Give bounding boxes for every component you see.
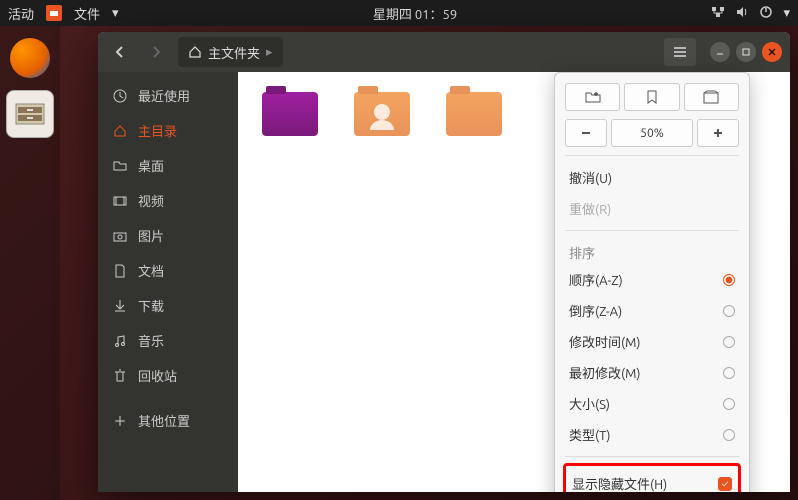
sort-az[interactable]: 顺序(A-Z) xyxy=(565,264,739,295)
zoom-out-button[interactable] xyxy=(565,119,607,147)
app-indicator-icon xyxy=(46,5,62,21)
folder-icon xyxy=(354,92,410,136)
hamburger-menu: 50% 撤消(U) 重做(R) 排序 顺序(A-Z) 倒序(Z-A) 修改时间(… xyxy=(554,72,750,492)
sidebar-item-trash[interactable]: 回收站 xyxy=(98,358,238,393)
files-window: 主文件夹 ▸ 最近使用 主目录 xyxy=(98,32,790,492)
sidebar-item-documents[interactable]: 文档 xyxy=(98,253,238,288)
firefox-icon xyxy=(10,38,50,78)
video-icon xyxy=(112,194,128,208)
top-panel: 活动 文件 ▾ 星期四 01：59 ▾ xyxy=(0,0,798,26)
sidebar-item-recent[interactable]: 最近使用 xyxy=(98,78,238,113)
redo-item: 重做(R) xyxy=(565,193,739,224)
path-arrow-icon: ▸ xyxy=(266,45,273,60)
clock-icon xyxy=(112,89,128,103)
system-arrow-icon: ▾ xyxy=(783,6,790,21)
new-folder-button[interactable] xyxy=(565,83,620,111)
folder-item[interactable] xyxy=(350,92,414,136)
home-icon xyxy=(112,124,128,138)
dock-files[interactable] xyxy=(6,90,54,138)
path-label: 主文件夹 xyxy=(208,43,260,62)
sidebar-item-label: 主目录 xyxy=(138,121,177,140)
sidebar-item-label: 文档 xyxy=(138,261,164,280)
sidebar-item-videos[interactable]: 视频 xyxy=(98,183,238,218)
folder-item[interactable] xyxy=(442,92,506,136)
close-button[interactable] xyxy=(762,42,782,62)
folder-icon xyxy=(112,159,128,173)
radio-icon xyxy=(723,274,735,286)
forward-button[interactable] xyxy=(142,38,170,66)
sidebar-item-label: 回收站 xyxy=(138,366,177,385)
sidebar-item-label: 图片 xyxy=(138,226,164,245)
titlebar: 主文件夹 ▸ xyxy=(98,32,790,72)
hamburger-button[interactable] xyxy=(664,38,696,66)
sort-za[interactable]: 倒序(Z-A) xyxy=(565,295,739,326)
sidebar-item-label: 桌面 xyxy=(138,156,164,175)
sort-first-modified[interactable]: 最初修改(M) xyxy=(565,357,739,388)
zoom-level: 50% xyxy=(611,119,693,147)
back-button[interactable] xyxy=(106,38,134,66)
home-icon xyxy=(188,45,202,59)
sidebar-item-home[interactable]: 主目录 xyxy=(98,113,238,148)
bookmark-button[interactable] xyxy=(624,83,679,111)
annotation-highlight: 显示隐藏文件(H)✓ xyxy=(563,463,741,492)
radio-icon xyxy=(723,398,735,410)
sort-size[interactable]: 大小(S) xyxy=(565,388,739,419)
sidebar-item-pictures[interactable]: 图片 xyxy=(98,218,238,253)
zoom-in-button[interactable] xyxy=(697,119,739,147)
sidebar-item-music[interactable]: 音乐 xyxy=(98,323,238,358)
show-hidden-item[interactable]: 显示隐藏文件(H)✓ xyxy=(568,468,736,492)
sidebar-item-label: 音乐 xyxy=(138,331,164,350)
music-icon xyxy=(112,334,128,348)
radio-icon xyxy=(723,336,735,348)
power-icon[interactable] xyxy=(759,5,773,22)
new-tab-button[interactable] xyxy=(684,83,739,111)
trash-icon xyxy=(112,369,128,383)
network-icon[interactable] xyxy=(711,5,725,22)
radio-icon xyxy=(723,305,735,317)
undo-item[interactable]: 撤消(U) xyxy=(565,162,739,193)
folder-icon xyxy=(262,92,318,136)
sidebar-item-other[interactable]: 其他位置 xyxy=(98,403,238,438)
maximize-button[interactable] xyxy=(736,42,756,62)
sidebar-item-label: 下载 xyxy=(138,296,164,315)
sort-mtime[interactable]: 修改时间(M) xyxy=(565,326,739,357)
check-icon: ✓ xyxy=(718,477,732,491)
plus-icon xyxy=(112,414,128,428)
sort-heading: 排序 xyxy=(565,237,739,264)
dock-firefox[interactable] xyxy=(6,34,54,82)
sidebar: 最近使用 主目录 桌面 视频 图片 文档 xyxy=(98,72,238,492)
activities-button[interactable]: 活动 xyxy=(8,4,34,23)
volume-icon[interactable] xyxy=(735,5,749,22)
sidebar-item-desktop[interactable]: 桌面 xyxy=(98,148,238,183)
sidebar-item-downloads[interactable]: 下载 xyxy=(98,288,238,323)
clock[interactable]: 星期四 01：59 xyxy=(119,4,712,23)
radio-icon xyxy=(723,429,735,441)
sidebar-item-label: 最近使用 xyxy=(138,86,190,105)
minimize-button[interactable] xyxy=(710,42,730,62)
sidebar-item-label: 其他位置 xyxy=(138,411,190,430)
download-icon xyxy=(112,299,128,313)
camera-icon xyxy=(112,229,128,243)
dock xyxy=(0,26,60,500)
file-cabinet-icon xyxy=(14,100,46,128)
sidebar-item-label: 视频 xyxy=(138,191,164,210)
sort-type[interactable]: 类型(T) xyxy=(565,419,739,450)
app-menu-label[interactable]: 文件 xyxy=(74,4,100,23)
radio-icon xyxy=(723,367,735,379)
folder-item[interactable] xyxy=(258,92,322,136)
doc-icon xyxy=(112,264,128,278)
folder-icon xyxy=(446,92,502,136)
path-bar[interactable]: 主文件夹 ▸ xyxy=(178,37,283,67)
